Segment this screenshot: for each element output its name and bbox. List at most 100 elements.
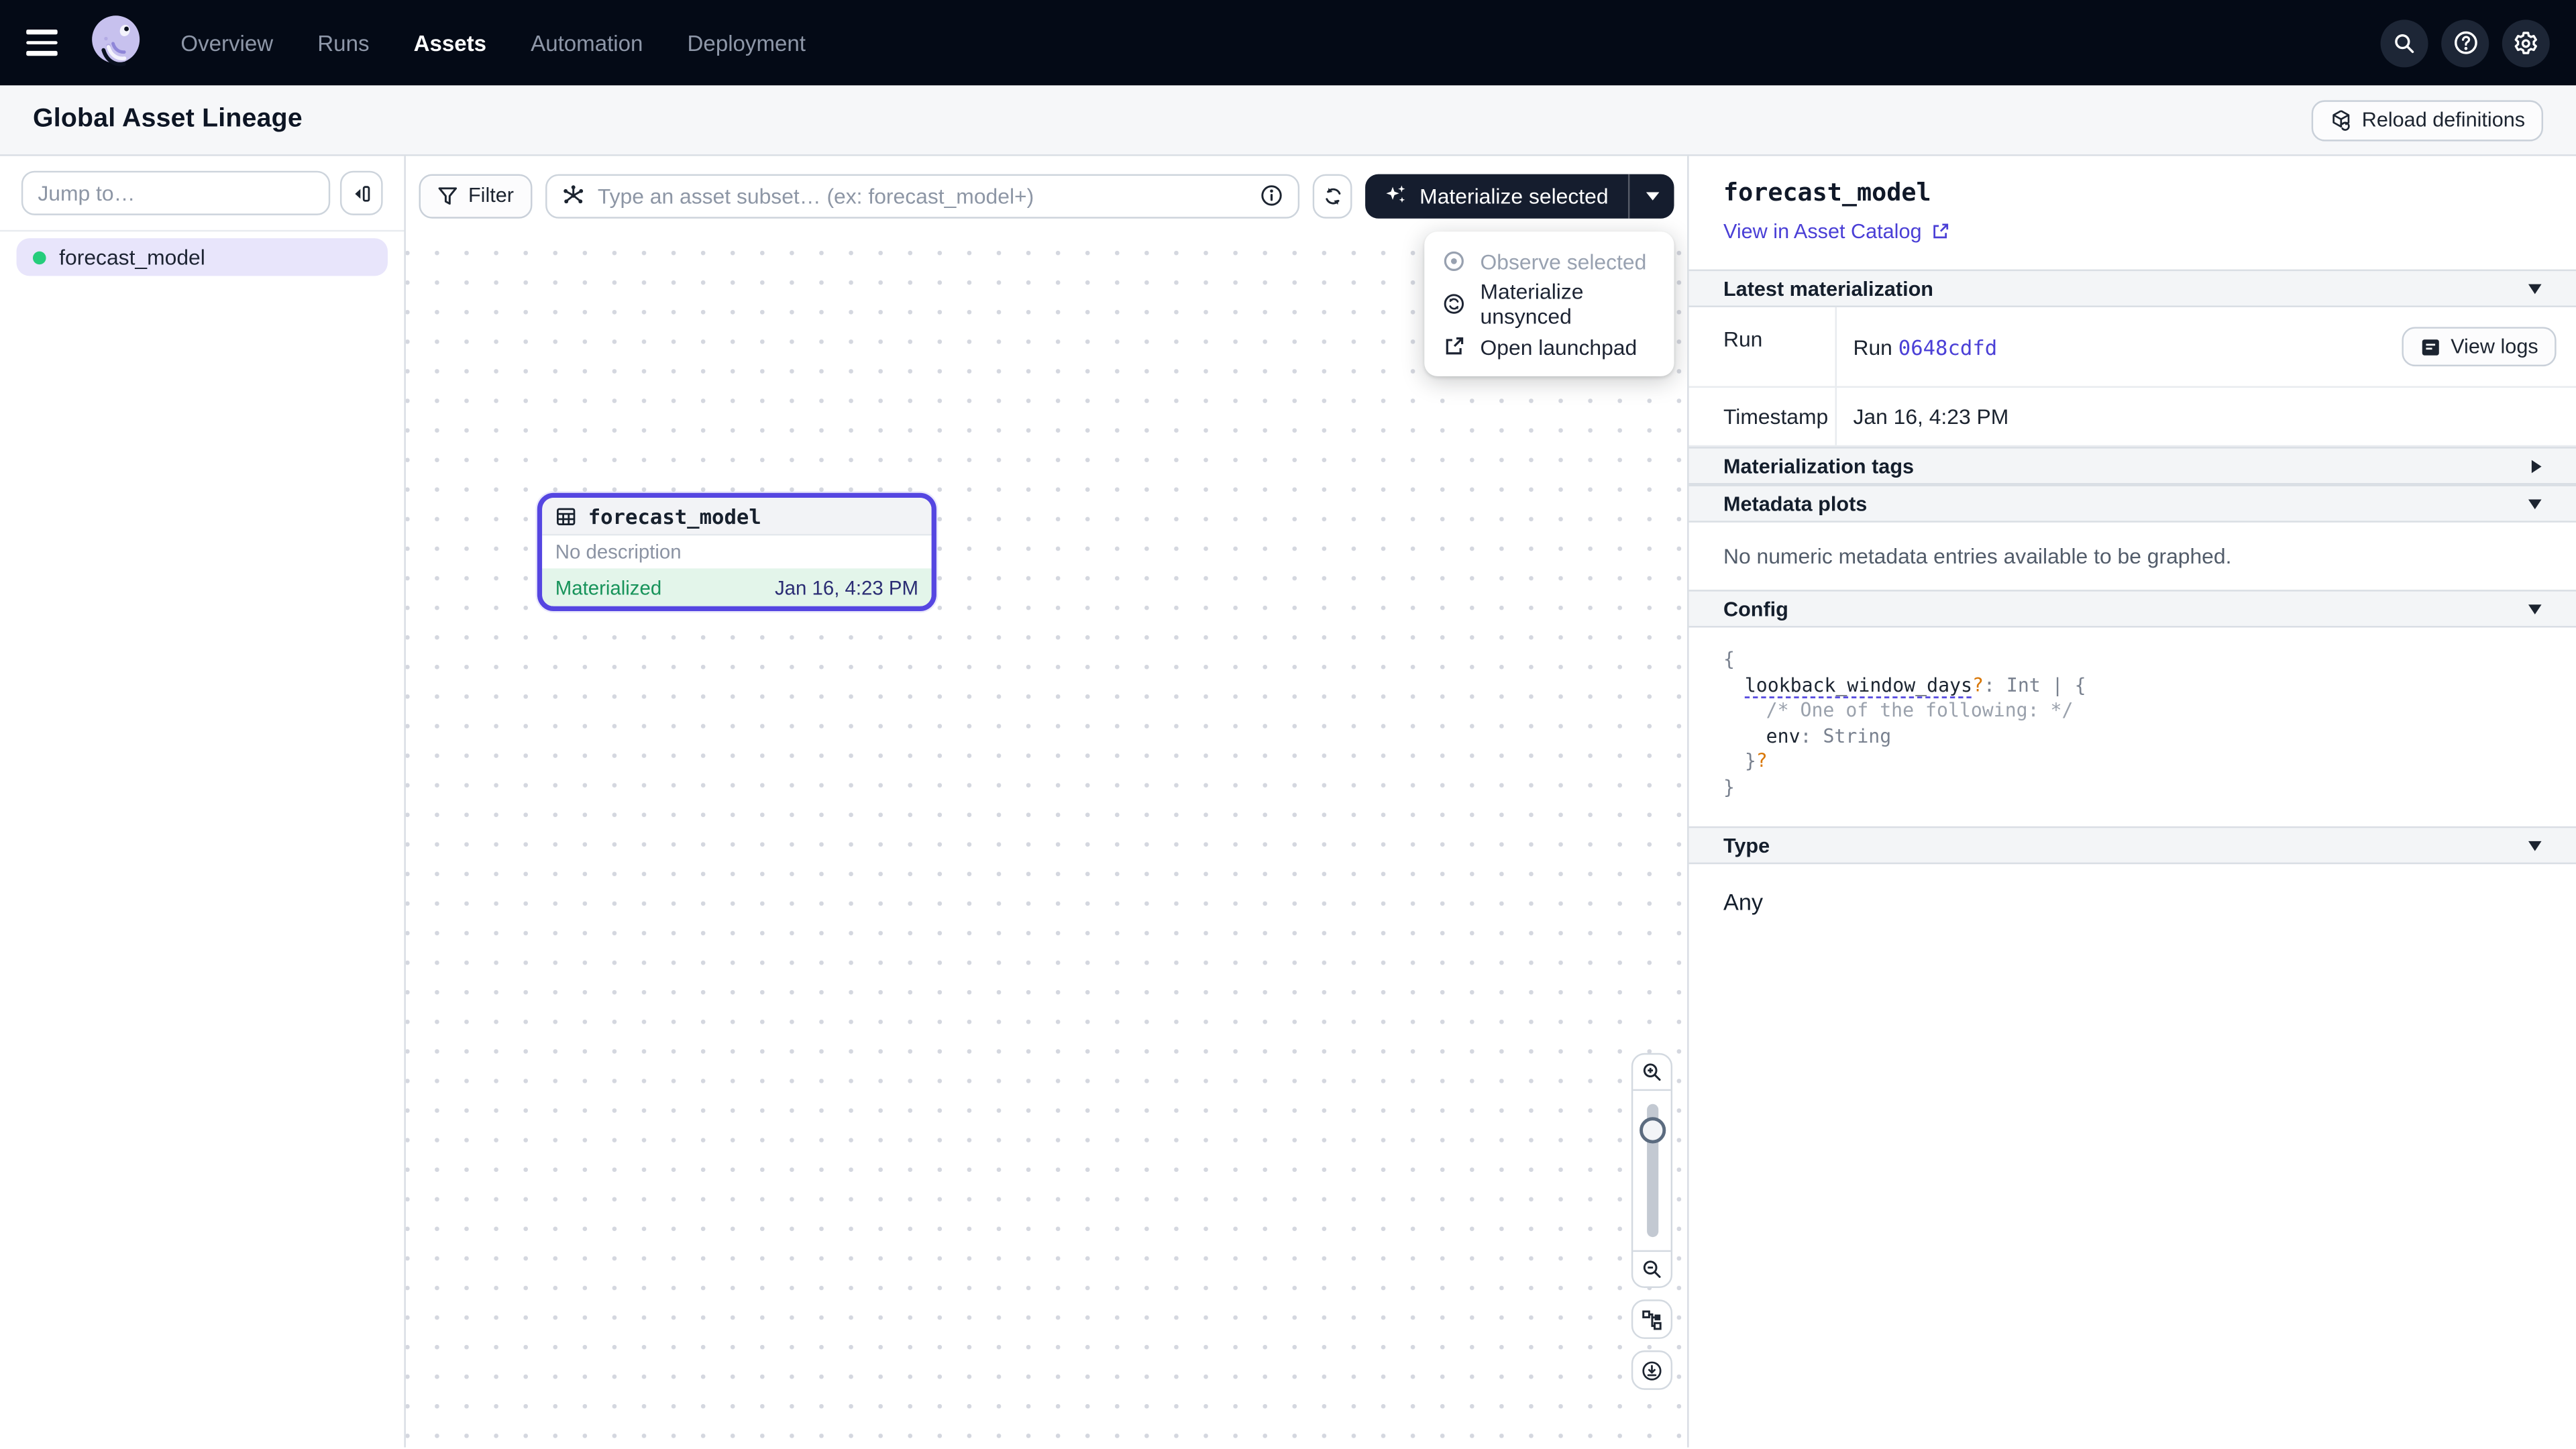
download-image-button[interactable]: [1631, 1350, 1672, 1390]
asset-node-status: Materialized: [555, 576, 661, 598]
zoom-controls: [1631, 1053, 1672, 1288]
materialize-split-button: Materialize selected: [1365, 173, 1674, 217]
collapse-sidebar-button[interactable]: [340, 171, 383, 215]
run-link: Run 0648cdfd: [1853, 334, 1997, 359]
menu-item-open-launchpad[interactable]: Open launchpad: [1424, 325, 1674, 368]
sidebar-search-row: [0, 156, 404, 232]
timestamp-row-label: Timestamp: [1689, 388, 1837, 445]
view-logs-icon: [2420, 336, 2441, 358]
top-navigation: Overview Runs Assets Automation Deployme…: [0, 0, 2576, 85]
config-key[interactable]: lookback_window_days: [1745, 673, 1972, 696]
external-link-icon: [1930, 222, 1949, 241]
title-bar: Global Asset Lineage Reload definitions: [0, 85, 2576, 156]
materialized-status-dot: [33, 250, 46, 264]
nav-item-deployment[interactable]: Deployment: [688, 30, 806, 55]
materialize-unsynced-icon: [1442, 292, 1465, 315]
zoom-in-icon: [1642, 1061, 1663, 1083]
latest-materialization-table: Run Run 0648cdfd View logs: [1689, 307, 2576, 447]
zoom-out-icon: [1642, 1258, 1663, 1280]
settings-icon: [2512, 29, 2540, 57]
chevron-down-icon: [2528, 284, 2542, 301]
asset-node-description: No description: [542, 535, 931, 568]
jump-to-input[interactable]: [21, 171, 330, 215]
asset-node-header: forecast_model: [542, 498, 931, 535]
reload-icon: [2329, 109, 2352, 131]
timestamp-row: Timestamp Jan 16, 4:23 PM: [1689, 388, 2576, 447]
asset-details-panel: forecast_model View in Asset Catalog Lat…: [1689, 156, 2576, 1448]
download-icon: [1642, 1360, 1663, 1381]
materialize-dropdown-menu: Observe selected Materialize unsynced: [1424, 231, 1674, 376]
page-title: Global Asset Lineage: [33, 105, 303, 135]
zoom-out-button[interactable]: [1633, 1252, 1670, 1286]
collapse-panel-icon: [350, 182, 373, 205]
section-metadata-plots[interactable]: Metadata plots: [1689, 484, 2576, 522]
graph-canvas[interactable]: [406, 235, 1687, 1447]
layout-tree-icon: [1642, 1309, 1663, 1330]
rearrange-layout-button[interactable]: [1631, 1299, 1672, 1339]
search-button[interactable]: [2381, 19, 2428, 66]
run-id-link[interactable]: 0648cdfd: [1898, 334, 1997, 359]
dagster-logo[interactable]: [85, 11, 144, 74]
refresh-icon: [1322, 185, 1343, 207]
asset-subset-input[interactable]: [598, 183, 1247, 208]
search-icon: [2392, 30, 2417, 55]
asset-list-sidebar: forecast_model: [0, 156, 406, 1448]
settings-button[interactable]: [2502, 19, 2550, 66]
nav-item-runs[interactable]: Runs: [317, 30, 369, 55]
asset-graph-icon: [561, 184, 584, 207]
main-content: forecast_model Filter: [0, 156, 2576, 1448]
chevron-down-icon: [1646, 191, 1659, 206]
run-row-label: Run: [1689, 307, 1837, 386]
lineage-graph-panel: Filter: [406, 156, 1689, 1448]
materialize-selected-label: Materialize selected: [1419, 183, 1608, 208]
config-schema-code: { lookback_window_days?: Int | { /* One …: [1689, 628, 2576, 826]
view-in-asset-catalog-link[interactable]: View in Asset Catalog: [1723, 220, 1949, 243]
zoom-slider-knob[interactable]: [1639, 1117, 1665, 1143]
info-icon[interactable]: [1260, 184, 1283, 207]
nav-item-overview[interactable]: Overview: [180, 30, 273, 55]
menu-item-observe-selected: Observe selected: [1424, 240, 1674, 283]
asset-node-name: forecast_model: [588, 504, 761, 529]
chevron-down-icon: [2528, 604, 2542, 621]
materialize-menu-toggle[interactable]: [1629, 173, 1674, 217]
zoom-in-button[interactable]: [1633, 1055, 1670, 1089]
asset-list-item-forecast-model[interactable]: forecast_model: [16, 238, 387, 276]
materialize-selected-button[interactable]: Materialize selected: [1365, 173, 1628, 217]
asset-node-timestamp[interactable]: Jan 16, 4:23 PM: [775, 576, 918, 598]
section-materialization-tags[interactable]: Materialization tags: [1689, 447, 2576, 484]
nav-item-assets[interactable]: Assets: [414, 30, 486, 55]
observe-icon: [1442, 250, 1465, 272]
external-link-icon: [1442, 335, 1465, 358]
hamburger-menu-button[interactable]: [26, 23, 66, 62]
zoom-slider[interactable]: [1633, 1089, 1670, 1252]
nav-item-automation[interactable]: Automation: [531, 30, 643, 55]
type-value: Any: [1689, 864, 2576, 940]
section-config[interactable]: Config: [1689, 590, 2576, 627]
section-latest-materialization[interactable]: Latest materialization: [1689, 270, 2576, 307]
asset-node-forecast-model[interactable]: forecast_model No description Materializ…: [537, 493, 936, 611]
asset-details-title: forecast_model: [1723, 177, 2542, 207]
app-root: Overview Runs Assets Automation Deployme…: [0, 0, 2576, 1449]
chevron-right-icon: [2532, 459, 2548, 472]
run-row: Run Run 0648cdfd View logs: [1689, 307, 2576, 388]
catalog-link-label: View in Asset Catalog: [1723, 220, 1922, 243]
section-type[interactable]: Type: [1689, 826, 2576, 864]
menu-item-materialize-unsynced[interactable]: Materialize unsynced: [1424, 282, 1674, 325]
reload-definitions-label: Reload definitions: [2362, 109, 2525, 131]
hamburger-icon: [26, 30, 58, 34]
asset-subset-field: [545, 173, 1300, 217]
refresh-graph-button[interactable]: [1313, 173, 1352, 217]
help-icon: [2452, 30, 2478, 56]
reload-definitions-button[interactable]: Reload definitions: [2311, 99, 2543, 140]
asset-node-status-bar: Materialized Jan 16, 4:23 PM: [542, 568, 931, 606]
help-button[interactable]: [2441, 19, 2489, 66]
sparkle-icon: [1385, 184, 1408, 207]
chevron-down-icon: [2528, 841, 2542, 857]
filter-button[interactable]: Filter: [419, 173, 531, 217]
chevron-down-icon: [2528, 499, 2542, 515]
view-logs-button[interactable]: View logs: [2402, 327, 2557, 366]
asset-details-header: forecast_model View in Asset Catalog: [1689, 156, 2576, 247]
graph-toolbar: Filter: [406, 156, 1687, 235]
table-icon: [555, 505, 577, 527]
timestamp-value: Jan 16, 4:23 PM: [1853, 404, 2008, 429]
